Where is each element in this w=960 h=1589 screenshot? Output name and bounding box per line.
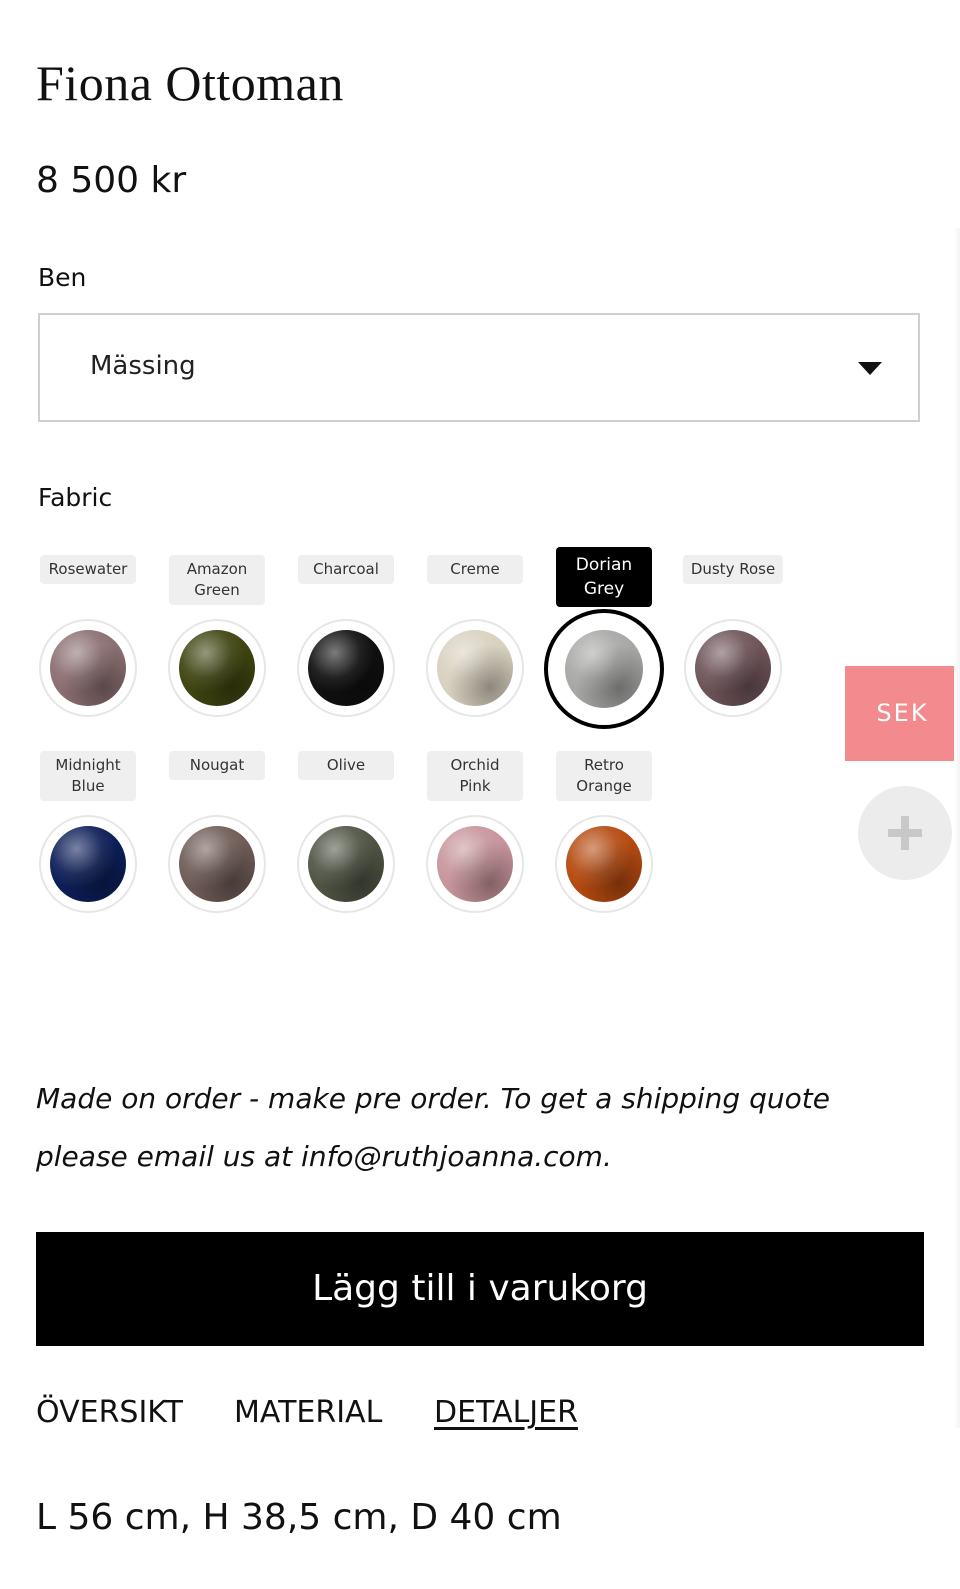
fabric-name-line1: Dorian [575, 555, 633, 575]
fabric-swatch-image [50, 826, 126, 902]
fabric-name-line1: Rosewater [48, 560, 128, 578]
legs-select[interactable]: Mässing [38, 313, 920, 422]
product-price: 8 500 kr [36, 160, 187, 201]
add-to-cart-button[interactable]: Lägg till i varukorg [36, 1232, 924, 1346]
fabric-name-line1: Charcoal [313, 560, 379, 578]
fabric-swatch-label: Creme [427, 555, 523, 584]
fabric-swatch-label: Retro Orange [556, 751, 652, 801]
tab-material[interactable]: MATERIAL [234, 1395, 382, 1430]
fabric-swatch[interactable]: Midnight Blue [33, 751, 143, 921]
fabric-swatch-image [437, 826, 513, 902]
fabric-swatch[interactable]: Dusty Rose [678, 555, 788, 725]
fabric-swatch[interactable]: Retro Orange [549, 751, 659, 921]
fabric-name-line2: Green [194, 581, 240, 599]
fabric-name-line1: Olive [326, 756, 366, 774]
fabric-swatch[interactable]: Olive [291, 751, 401, 921]
fabric-swatch-ring [684, 619, 782, 717]
fabric-name-line2: Pink [459, 777, 491, 795]
fabric-swatch-ring [39, 815, 137, 913]
fabric-swatch-label: Midnight Blue [40, 751, 136, 801]
fabric-swatch-label: Olive [298, 751, 394, 780]
legs-label: Ben [38, 263, 87, 292]
fabric-swatch-image [308, 630, 384, 706]
plus-icon[interactable] [858, 786, 952, 880]
fabric-swatch[interactable]: Dorian Grey [544, 547, 664, 729]
fabric-swatch[interactable]: Orchid Pink [420, 751, 530, 921]
fabric-name-line1: Retro [584, 756, 624, 774]
fabric-swatch[interactable]: Creme [420, 555, 530, 725]
fabric-swatch-label: Orchid Pink [427, 751, 523, 801]
tab-detaljer[interactable]: DETALJER [434, 1395, 578, 1430]
fabric-name-line2: Grey [583, 579, 625, 599]
fabric-swatch-label: Nougat [169, 751, 265, 780]
fabric-swatch-label: Charcoal [298, 555, 394, 584]
scroll-edge [954, 228, 960, 1428]
fabric-swatch-image [308, 826, 384, 902]
dimensions-text: L 56 cm, H 38,5 cm, D 40 cm [36, 1497, 562, 1538]
fabric-swatch[interactable]: Rosewater [33, 555, 143, 725]
fabric-label: Fabric [38, 483, 113, 512]
fabric-swatch-label: Rosewater [40, 555, 136, 584]
fabric-swatch-ring [544, 609, 664, 729]
fabric-swatch-image [50, 630, 126, 706]
fabric-swatch-image [695, 630, 771, 706]
fabric-swatch-ring [555, 815, 653, 913]
fabric-name-line2: Blue [71, 777, 105, 795]
fabric-swatch-label: Amazon Green [169, 555, 265, 605]
fabric-swatch-ring [426, 619, 524, 717]
fabric-swatch-image [179, 630, 255, 706]
fabric-swatch-ring [168, 815, 266, 913]
fabric-swatch-image [565, 630, 643, 708]
legs-select-value: Mässing [90, 351, 196, 381]
tab-oversikt[interactable]: ÖVERSIKT [36, 1395, 183, 1430]
fabric-swatch-ring [297, 619, 395, 717]
fabric-swatch[interactable]: Amazon Green [162, 555, 272, 725]
fabric-swatch-label: Dorian Grey [556, 547, 652, 607]
fabric-swatch[interactable]: Nougat [162, 751, 272, 921]
fabric-name-line1: Dusty Rose [690, 560, 776, 578]
fabric-swatch-image [437, 630, 513, 706]
fabric-name-line1: Midnight [55, 756, 121, 774]
fabric-swatch-ring [168, 619, 266, 717]
fabric-swatch-image [179, 826, 255, 902]
fabric-name-line1: Amazon [186, 560, 248, 578]
product-title: Fiona Ottoman [36, 55, 344, 111]
currency-button[interactable]: SEK [845, 666, 960, 761]
fabric-swatch-ring [426, 815, 524, 913]
fabric-swatch-label: Dusty Rose [682, 555, 784, 584]
fabric-name-line1: Nougat [189, 756, 245, 774]
fabric-name-line2: Orange [576, 777, 632, 795]
fabric-swatch-ring [297, 815, 395, 913]
fabric-swatch-ring [39, 619, 137, 717]
order-note: Made on order - make pre order. To get a… [36, 1082, 830, 1173]
chevron-down-icon [858, 362, 882, 375]
fabric-swatch-image [566, 826, 642, 902]
fabric-swatch[interactable]: Charcoal [291, 555, 401, 725]
fabric-name-line1: Creme [450, 560, 500, 578]
fabric-name-line1: Orchid [450, 756, 500, 774]
